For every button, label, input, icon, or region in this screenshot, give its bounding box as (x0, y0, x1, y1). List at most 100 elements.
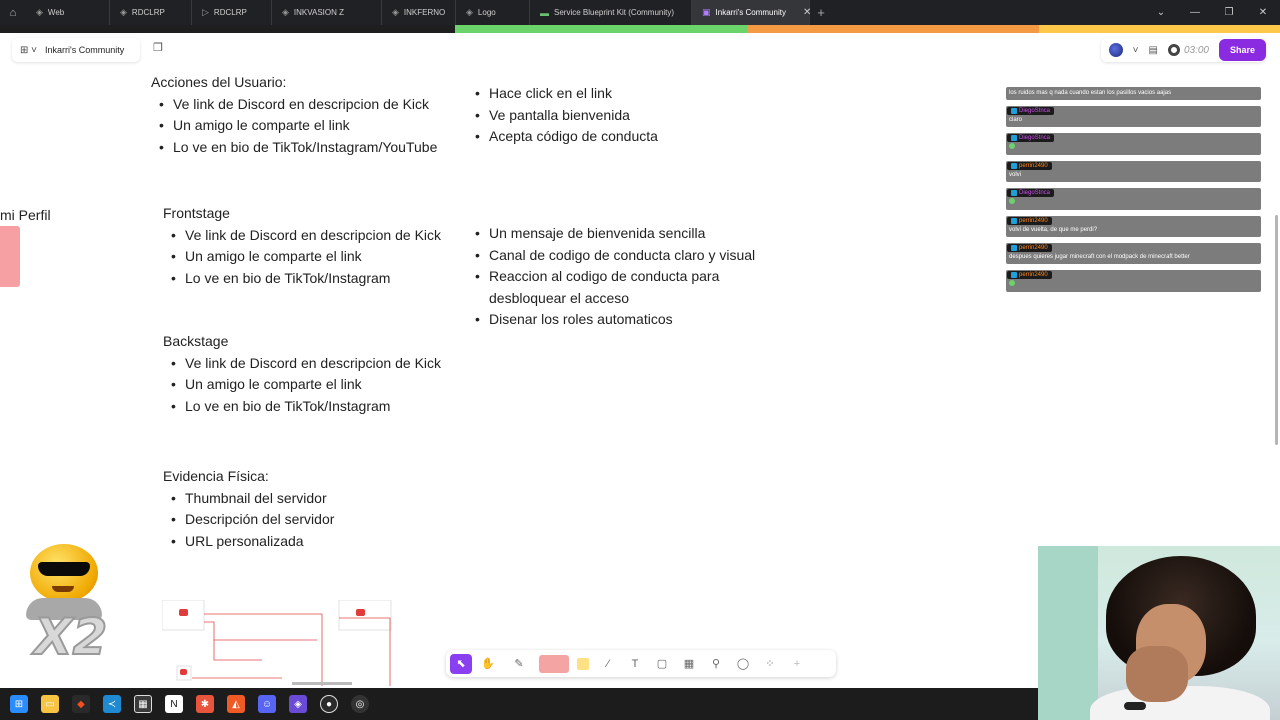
chat-message: los ruidos mas q nada cuando estan los p… (1006, 87, 1261, 100)
diagram-connector (213, 640, 262, 661)
youtube-icon (179, 609, 188, 616)
list-item: Ve link de Discord en descripcion de Kic… (151, 94, 437, 116)
chrome-icon[interactable]: ◎ (351, 695, 369, 713)
chat-message: perrin2490 (1006, 270, 1261, 292)
maximize-icon[interactable]: ❐ (1212, 0, 1246, 25)
frontstage-right-block[interactable]: Un mensaje de bienvenida sencilla Canal … (467, 223, 757, 331)
comment-tool-icon[interactable]: ◯ (732, 654, 754, 674)
board-color-stripe (0, 25, 1280, 33)
table-tool-icon[interactable]: ▦ (678, 654, 700, 674)
window-controls: ⌄ — ❐ ✕ (1144, 0, 1280, 25)
badge-icon (1011, 135, 1017, 141)
section-tool-icon[interactable]: ▢ (651, 654, 673, 674)
discord-icon[interactable]: ☺ (258, 695, 276, 713)
emote-icon (1009, 198, 1015, 204)
notion-icon[interactable]: N (165, 695, 183, 713)
diagram-scroll (292, 682, 352, 685)
home-icon[interactable]: ⌂ (0, 0, 26, 25)
backstage-block[interactable]: Backstage Ve link de Discord en descripc… (163, 331, 441, 417)
minimize-icon[interactable]: — (1178, 0, 1212, 25)
list-item: Un amigo le comparte el link (163, 246, 441, 268)
vscode-icon[interactable]: ≺ (103, 695, 121, 713)
list-item: Acepta código de conducta (467, 126, 658, 148)
browser-tab-bar: ⌂ ◈ Web ◈ RDCLRP ▷ RDCLRP ◈ INKVASION Z … (0, 0, 1280, 25)
brave-icon[interactable]: ◭ (227, 695, 245, 713)
windows-start-icon[interactable]: ⊞ (10, 695, 28, 713)
main-menu-icon[interactable]: ⊞ ˅ (20, 45, 37, 56)
diagram-connector (204, 621, 317, 641)
pages-icon[interactable]: ❒ (150, 41, 166, 57)
file-explorer-icon[interactable]: ▭ (41, 695, 59, 713)
headset-mic-icon (1124, 702, 1146, 710)
bottom-toolbar: ⬉ ✋ ✎ ⁄ T ▢ ▦ ⚲ ◯ ⁘ + (446, 650, 836, 677)
pink-sticky-card[interactable] (0, 226, 20, 287)
youtube-icon (356, 609, 365, 616)
user-actions-right-block[interactable]: Hace click en el link Ve pantalla bienve… (467, 83, 658, 148)
stripe-yellow (1039, 25, 1280, 33)
evidence-block[interactable]: Evidencia Física: Thumbnail del servidor… (163, 466, 334, 552)
chat-username: DiegoStnca (1007, 189, 1055, 197)
figma-icon: ◈ (36, 7, 43, 17)
play-icon: ▷ (202, 7, 209, 17)
obs-icon[interactable]: ● (320, 695, 338, 713)
chat-username: DiegoStnca (1007, 107, 1055, 115)
mini-flow-diagram[interactable] (162, 600, 397, 686)
list-item: Disenar los roles automaticos (467, 309, 757, 331)
vertical-scrollbar[interactable] (1275, 215, 1278, 445)
chat-message: DiegoStnca (1006, 188, 1261, 210)
more-tools-icon[interactable]: ⁘ (759, 654, 781, 674)
evidence-heading: Evidencia Física: (163, 468, 269, 484)
tab-inkvasion-z[interactable]: ◈ INKVASION Z (272, 0, 382, 25)
app-red-icon[interactable]: ✱ (196, 695, 214, 713)
figma-app-icon[interactable]: ◆ (72, 695, 90, 713)
chat-message: perrin2490 volvi (1006, 161, 1261, 182)
text-tool-icon[interactable]: T (624, 654, 646, 674)
tab-rdclrp-1[interactable]: ◈ RDCLRP (110, 0, 192, 25)
sticky-note-tool-icon[interactable] (577, 657, 589, 670)
list-item: Lo ve en bio de TikTok/Instagram (163, 396, 441, 418)
library-icon[interactable]: ▤ (1149, 45, 1158, 56)
calendar-icon[interactable]: ▦ (134, 695, 152, 713)
timer[interactable]: 03:00 (1167, 44, 1209, 56)
user-actions-block[interactable]: Acciones del Usuario: Ve link de Discord… (151, 72, 437, 158)
hand-tool-icon[interactable]: ✋ (477, 654, 499, 674)
select-tool-icon[interactable]: ⬉ (450, 653, 472, 674)
list-item: Un amigo le comparte el link (151, 115, 437, 137)
file-menu[interactable]: ⊞ ˅ Inkarri's Community (12, 38, 140, 62)
list-item: Ve link de Discord en descripcion de Kic… (163, 353, 441, 375)
tab-list-icon[interactable]: ⌄ (1144, 0, 1178, 25)
add-tool-icon[interactable]: + (786, 654, 808, 674)
shapes-tool-icon[interactable] (539, 654, 569, 673)
list-item: URL personalizada (163, 531, 334, 553)
tab-service-blueprint[interactable]: ▬ Service Blueprint Kit (Community) (530, 0, 692, 25)
list-item: Canal de codigo de conducta claro y visu… (467, 245, 757, 267)
close-window-icon[interactable]: ✕ (1246, 0, 1280, 25)
diagram-card (338, 600, 392, 631)
tab-inkarris-community[interactable]: ▣ Inkarri's Community ✕ (692, 0, 811, 25)
list-item: Lo ve en bio de TikTok/Instagram/YouTube (151, 137, 437, 159)
connector-tool-icon[interactable]: ⁄ (597, 654, 619, 674)
tab-rdclrp-2[interactable]: ▷ RDCLRP (192, 0, 272, 25)
stamp-tool-icon[interactable]: ⚲ (705, 654, 727, 674)
tab-web[interactable]: ◈ Web (26, 0, 110, 25)
file-name[interactable]: Inkarri's Community (45, 45, 124, 55)
frontstage-heading: Frontstage (163, 205, 230, 221)
chevron-down-icon[interactable]: ˅ (1133, 45, 1139, 56)
backstage-heading: Backstage (163, 333, 229, 349)
figjam-icon: ▣ (702, 7, 711, 17)
marker-tool-icon[interactable]: ✎ (504, 654, 534, 674)
app-purple-icon[interactable]: ◈ (289, 695, 307, 713)
chat-message: perrin2490 volvi de vuelta, de que me pe… (1006, 216, 1261, 237)
new-tab-icon[interactable]: + (810, 5, 832, 20)
frontstage-block[interactable]: Frontstage Ve link de Discord en descrip… (163, 203, 441, 289)
stream-chat-overlay: los ruidos mas q nada cuando estan los p… (1006, 87, 1261, 298)
avatar[interactable] (1108, 43, 1123, 57)
multiplier-label: X2 (33, 607, 108, 667)
youtube-icon (180, 669, 187, 675)
figma-icon: ◈ (392, 7, 399, 17)
share-button[interactable]: Share (1218, 39, 1266, 61)
cool-emoji-overlay: X2 (16, 540, 116, 667)
tab-logo[interactable]: ◈ Logo (456, 0, 530, 25)
tab-inkferno[interactable]: ◈ INKFERNO (382, 0, 456, 25)
diagram-connector (204, 613, 323, 686)
